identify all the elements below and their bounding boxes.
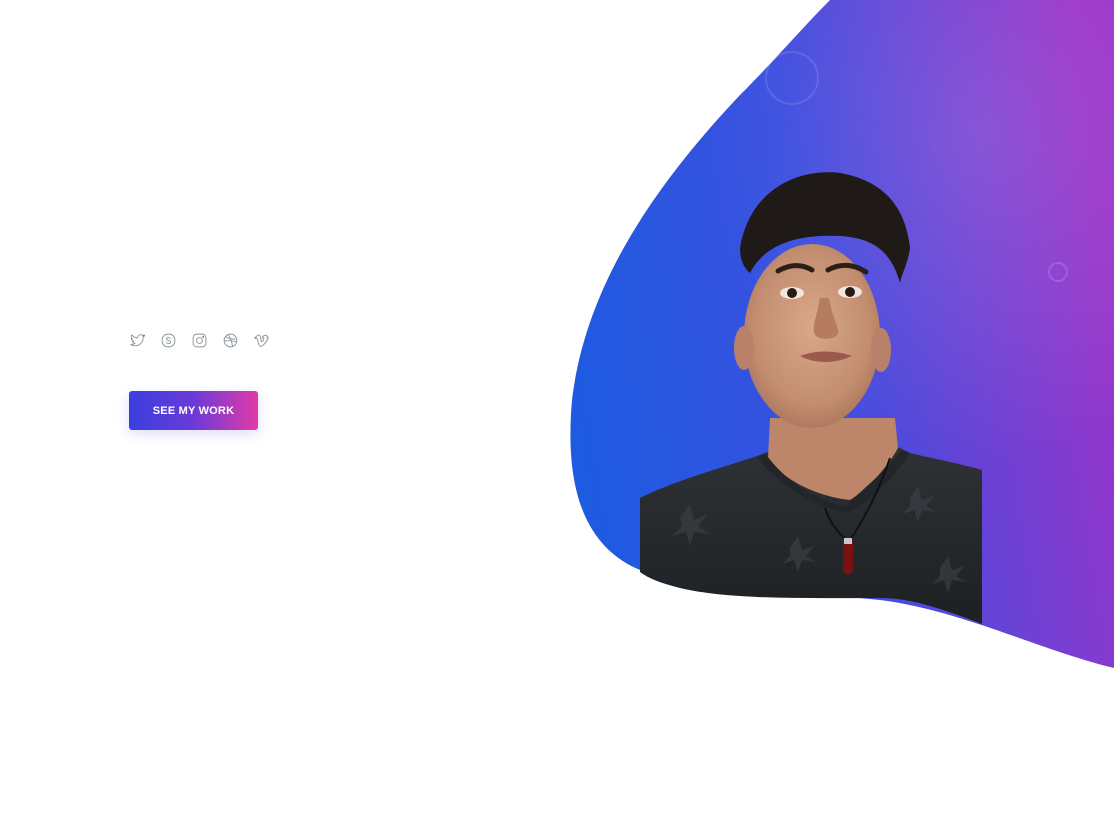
skype-icon[interactable]: [159, 331, 177, 349]
hero-section: SEE MY WORK: [0, 0, 1114, 834]
see-my-work-button[interactable]: SEE MY WORK: [129, 391, 258, 430]
vimeo-icon[interactable]: [252, 331, 270, 349]
instagram-icon[interactable]: [190, 331, 208, 349]
dribbble-icon[interactable]: [221, 331, 239, 349]
profile-portrait: [640, 172, 982, 624]
social-links: [128, 331, 270, 349]
twitter-icon[interactable]: [128, 331, 146, 349]
